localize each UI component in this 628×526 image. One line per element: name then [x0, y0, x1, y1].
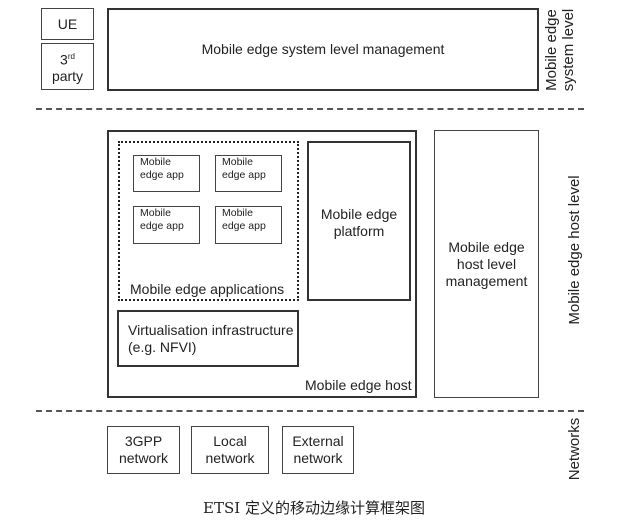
network-box-external: External network	[282, 426, 354, 474]
app-label-line1: Mobile	[140, 207, 171, 219]
virtualisation-label-line2: (e.g. NFVI)	[128, 338, 197, 355]
platform-box: Mobile edge platform	[307, 141, 411, 301]
platform-label-line2: platform	[333, 223, 385, 239]
ue-box: UE	[41, 8, 94, 40]
app-label-line2: edge app	[140, 169, 184, 181]
app-label-line1: Mobile	[140, 156, 171, 168]
networks-level-label: Networks	[566, 417, 583, 481]
third-party-box: 3rd party	[41, 43, 94, 90]
network-label-line2: network	[293, 450, 343, 466]
third-party-suffix: rd	[67, 51, 75, 61]
app-label-line2: edge app	[222, 220, 266, 232]
app-box: Mobile edge app	[133, 206, 200, 244]
third-party-line2: party	[51, 68, 84, 85]
app-label-line1: Mobile	[222, 156, 253, 168]
app-label-line1: Mobile	[222, 207, 253, 219]
applications-group-label: Mobile edge applications	[130, 281, 285, 297]
host-mgmt-label-line1: Mobile edge	[448, 238, 525, 255]
figure-caption: ETSI 定义的移动边缘计算框架图	[203, 499, 425, 517]
app-box: Mobile edge app	[133, 155, 200, 192]
network-label-line1: Local	[213, 433, 247, 449]
network-label-line1: 3GPP	[124, 433, 163, 449]
app-label-line2: edge app	[222, 169, 266, 181]
network-label-line2: network	[205, 450, 255, 466]
system-level-management-box: Mobile edge system level management	[107, 8, 539, 91]
host-level-management-box: Mobile edge host level management	[434, 130, 539, 398]
system-level-management-label: Mobile edge system level management	[201, 41, 445, 57]
third-party-label: 3rd	[60, 48, 75, 69]
separator-host-networks	[36, 410, 584, 412]
platform-label-line1: Mobile edge	[320, 206, 398, 222]
mobile-edge-host-label: Mobile edge host	[305, 377, 412, 393]
host-mgmt-label-line2: host level	[456, 255, 517, 272]
network-label-line1: External	[292, 433, 344, 449]
host-level-label: Mobile edge host level	[566, 175, 583, 325]
network-box-3gpp: 3GPP network	[107, 426, 180, 474]
network-box-local: Local network	[191, 426, 269, 474]
app-box: Mobile edge app	[215, 155, 282, 192]
virtualisation-label-line1: Virtualisation infrastructure	[128, 321, 294, 338]
virtualisation-infrastructure-box: Virtualisation infrastructure (e.g. NFVI…	[117, 310, 299, 367]
host-mgmt-label-line3: management	[445, 272, 528, 289]
app-box: Mobile edge app	[215, 206, 282, 244]
ue-label: UE	[57, 15, 78, 32]
system-level-label-line2: system level	[560, 8, 577, 92]
network-label-line2: network	[118, 450, 169, 466]
system-level-label-line1: Mobile edge	[543, 9, 560, 91]
separator-system-host	[36, 108, 584, 110]
third-party-number: 3	[60, 51, 68, 68]
system-level-label: Mobile edge system level	[543, 8, 577, 92]
app-label-line2: edge app	[140, 220, 184, 232]
